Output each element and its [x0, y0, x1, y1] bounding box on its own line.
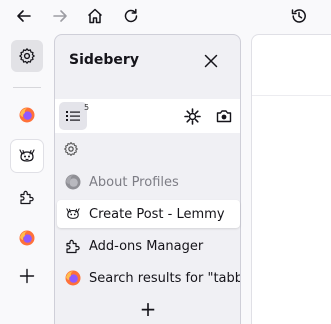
tab-about-profiles[interactable]: About Profiles: [57, 168, 240, 196]
sidebar-title: Sidebery: [69, 52, 139, 68]
close-icon: [204, 54, 218, 68]
reload-icon: [124, 8, 138, 23]
strip-tab-firefox-2[interactable]: [11, 222, 43, 254]
sidebery-nav-bar: 5: [55, 99, 240, 133]
lemmy-icon: [19, 149, 35, 162]
arrow-left-icon: [17, 10, 31, 22]
tab-create-post-lemmy[interactable]: Create Post - Lemmy: [57, 200, 240, 228]
sidebar-settings-button[interactable]: [11, 40, 43, 72]
screenshot-button[interactable]: [215, 107, 233, 125]
firefox-icon: [65, 270, 81, 286]
new-tab-button[interactable]: +: [138, 299, 158, 319]
strip-tab-firefox[interactable]: [11, 99, 43, 131]
sidebery-settings-nav-button[interactable]: [183, 107, 201, 125]
forward-button[interactable]: [47, 3, 73, 29]
gear-icon: [64, 142, 78, 156]
tab-title: Create Post - Lemmy: [89, 206, 225, 222]
gear-icon: [19, 48, 35, 64]
firefox-icon: [19, 230, 35, 246]
close-sidebar-button[interactable]: [198, 49, 224, 73]
sun-gear-icon: [183, 107, 201, 125]
plus-icon: [19, 268, 35, 284]
tab-search-results[interactable]: Search results for "tabba: [57, 264, 240, 292]
home-icon: [87, 8, 103, 24]
tab-title: About Profiles: [89, 174, 179, 190]
page-content-area[interactable]: [251, 34, 331, 324]
history-button[interactable]: [286, 3, 312, 29]
tabs-panel-button[interactable]: 5: [59, 102, 90, 130]
strip-add-button[interactable]: [11, 260, 43, 292]
tab-title: Add-ons Manager: [89, 238, 204, 254]
sidebery-sidebar: Sidebery 5 About Profiles Create Post - …: [54, 34, 241, 324]
back-button[interactable]: [11, 3, 37, 29]
tab-addons-manager[interactable]: Add-ons Manager: [57, 232, 240, 260]
tab-title: Search results for "tabba: [89, 270, 240, 286]
camera-icon: [216, 110, 232, 123]
sidebar-switcher-strip: [0, 32, 54, 324]
content-divider: [252, 95, 331, 96]
lemmy-icon: [65, 206, 81, 222]
strip-tab-lemmy[interactable]: [11, 140, 43, 172]
puzzle-icon: [20, 190, 34, 205]
puzzle-icon: [65, 238, 81, 254]
home-button[interactable]: [82, 3, 108, 29]
history-icon: [291, 9, 306, 23]
panel-tab-count: 5: [84, 103, 90, 112]
firefox-grey-icon: [65, 174, 81, 190]
reload-button[interactable]: [118, 3, 144, 29]
strip-tab-addons[interactable]: [11, 181, 43, 213]
strip-divider: [13, 87, 41, 88]
list-icon: [66, 111, 80, 121]
firefox-icon: [19, 107, 35, 123]
panel-settings-button[interactable]: [63, 141, 81, 159]
arrow-right-icon: [53, 10, 67, 22]
navigation-toolbar: [0, 0, 331, 32]
